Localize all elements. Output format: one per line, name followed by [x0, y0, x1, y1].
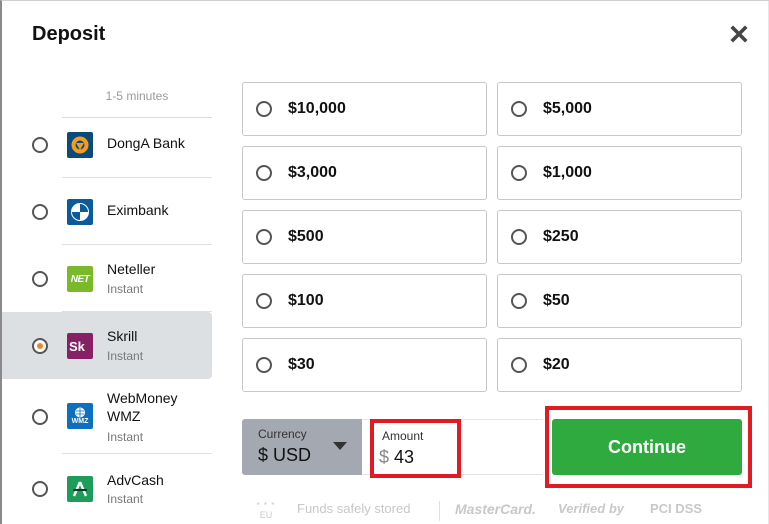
amount-label: $10,000	[288, 100, 346, 117]
donga-bank-logo	[67, 132, 93, 158]
funds-safe-text: Funds safely stored	[297, 501, 411, 516]
trust-divider	[439, 501, 440, 521]
amount-radio[interactable]	[256, 357, 272, 373]
eximbank-logo	[67, 199, 93, 225]
method-name-line1: WebMoney	[107, 390, 178, 406]
close-x-icon	[730, 25, 748, 43]
amount-radio[interactable]	[256, 229, 272, 245]
currency-caption: Currency	[258, 427, 307, 441]
amount-option-3000[interactable]: $3,000	[242, 146, 487, 200]
continue-button[interactable]: Continue	[552, 419, 742, 475]
method-speed: Instant	[107, 349, 144, 363]
amount-currency-symbol: $	[379, 447, 390, 467]
method-name-line2: WMZ	[107, 408, 141, 424]
method-eximbank[interactable]: Eximbank	[2, 178, 212, 245]
amount-radio[interactable]	[256, 101, 272, 117]
amount-radio[interactable]	[511, 101, 527, 117]
amount-value: 43	[394, 447, 415, 467]
method-name: Eximbank	[107, 202, 169, 218]
method-donga-bank[interactable]: DongA Bank	[2, 111, 212, 178]
amount-option-500[interactable]: $500	[242, 210, 487, 264]
currency-select[interactable]: Currency $ USD	[242, 419, 362, 475]
amount-radio[interactable]	[511, 165, 527, 181]
amount-caption: Amount	[382, 429, 424, 443]
neteller-logo-text: NET	[70, 273, 90, 285]
neteller-logo: NET	[67, 266, 93, 292]
eu-stars-icon: * * * EU	[251, 501, 281, 524]
chevron-down-icon	[333, 442, 347, 450]
webmoney-logo: WMZ	[67, 403, 93, 429]
eu-badge-text: EU	[259, 510, 273, 520]
amount-radio[interactable]	[256, 293, 272, 309]
method-radio[interactable]	[32, 409, 48, 425]
method-speed: Instant	[107, 492, 144, 506]
webmoney-logo-text: WMZ	[71, 417, 89, 425]
amount-option-5000[interactable]: $5,000	[497, 82, 742, 136]
pci-dss-logo: PCI DSS	[650, 501, 703, 516]
amount-radio[interactable]	[256, 165, 272, 181]
amount-label: $500	[288, 228, 324, 245]
amount-radio[interactable]	[511, 293, 527, 309]
method-neteller[interactable]: NET Neteller Instant	[2, 245, 212, 312]
method-speed: Instant	[107, 430, 144, 444]
skrill-logo: Sk	[67, 333, 93, 359]
method-radio-checked[interactable]	[32, 338, 48, 354]
currency-value: $ USD	[258, 445, 312, 465]
method-webmoney-wmz[interactable]: WMZ WebMoney WMZ Instant	[2, 379, 212, 454]
amount-option-100[interactable]: $100	[242, 274, 487, 328]
amount-option-250[interactable]: $250	[497, 210, 742, 264]
deposit-dialog: Deposit 1-5 minutes DongA Bank Eximbank	[0, 0, 769, 524]
amount-input[interactable]: Amount $ 43	[370, 419, 461, 478]
amount-label: $30	[288, 356, 315, 373]
amount-option-30[interactable]: $30	[242, 338, 487, 392]
skrill-logo-text: Sk	[69, 338, 85, 354]
amount-radio[interactable]	[511, 357, 527, 373]
amount-option-50[interactable]: $50	[497, 274, 742, 328]
amount-label: $250	[543, 228, 579, 245]
method-radio[interactable]	[32, 271, 48, 287]
payment-method-list: 1-5 minutes DongA Bank Eximbank NET Nete…	[2, 81, 212, 524]
dialog-title: Deposit	[32, 23, 106, 45]
amount-label: $50	[543, 292, 570, 309]
amount-option-20[interactable]: $20	[497, 338, 742, 392]
method-skrill[interactable]: Sk Skrill Instant	[2, 312, 212, 379]
close-button[interactable]	[730, 25, 750, 45]
amount-radio[interactable]	[511, 229, 527, 245]
method-name: AdvCash	[107, 472, 164, 488]
amount-label: $3,000	[288, 164, 337, 181]
method-radio[interactable]	[32, 481, 48, 497]
mastercard-logo: MasterCard.	[455, 501, 536, 517]
method-advcash[interactable]: AdvCash Instant	[2, 454, 212, 524]
amount-label: $100	[288, 292, 324, 309]
method-radio[interactable]	[32, 137, 48, 153]
amount-option-1000[interactable]: $1,000	[497, 146, 742, 200]
verified-by-visa-logo: Verified by	[558, 501, 624, 516]
method-radio[interactable]	[32, 204, 48, 220]
method-name: Skrill	[107, 328, 138, 344]
advcash-logo	[67, 476, 93, 502]
method-speed: Instant	[107, 282, 144, 296]
amount-option-10000[interactable]: $10,000	[242, 82, 487, 136]
method-name: Neteller	[107, 261, 156, 277]
method-name: DongA Bank	[107, 135, 185, 151]
amount-label: $5,000	[543, 100, 592, 117]
amount-label: $1,000	[543, 164, 592, 181]
amount-label: $20	[543, 356, 570, 373]
